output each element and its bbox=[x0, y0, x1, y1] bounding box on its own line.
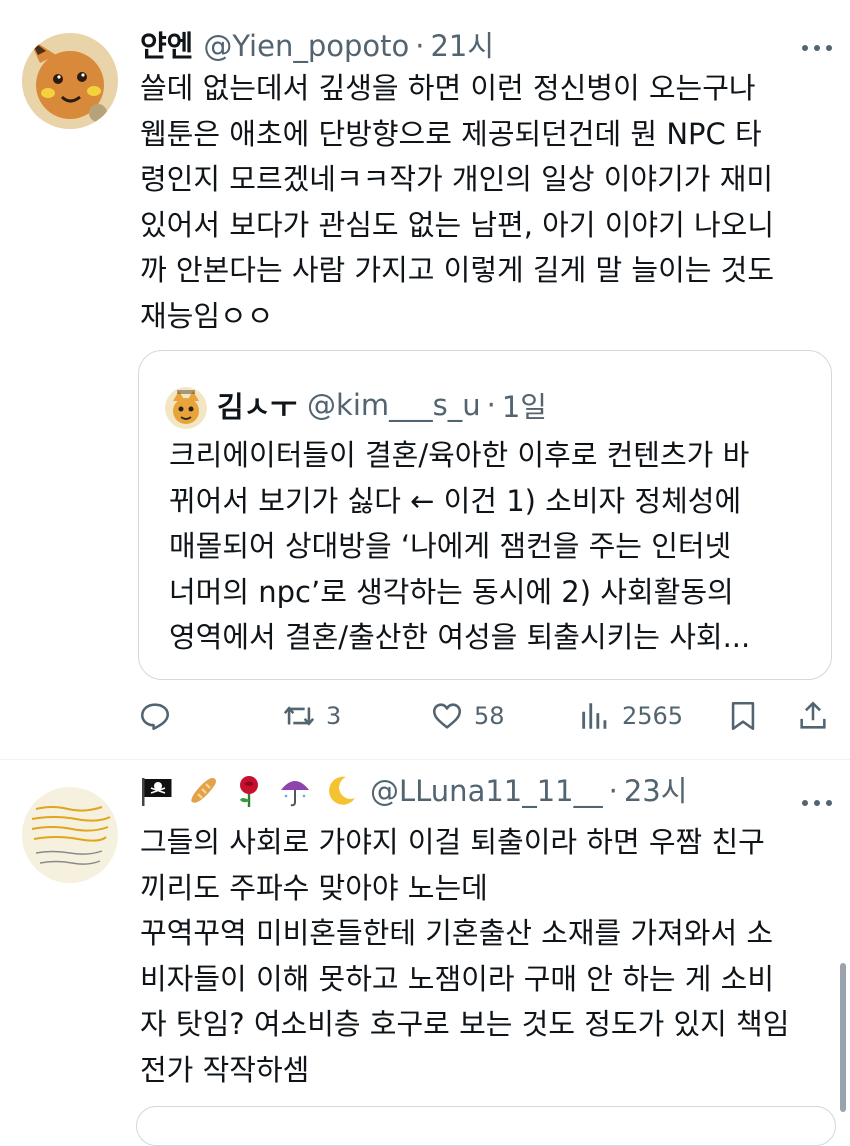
quoted-text-line: 뀌어서 보기가 싫다 ← 이건 1) 소비자 정체성에 bbox=[169, 483, 742, 518]
tweet-1[interactable]: 얀엔 @Yien_popoto · 21시 쓸데 없는데서 깊생을 하면 이런 … bbox=[0, 0, 850, 760]
timestamp[interactable]: 23시 bbox=[624, 771, 688, 811]
rose-icon bbox=[240, 776, 258, 807]
tweet-text-line: 꾸역꾸역 미비혼들한테 기혼출산 소재를 가져와서 소 bbox=[140, 916, 774, 950]
more-options-icon[interactable] bbox=[802, 797, 832, 809]
quoted-text-line: 매몰되어 상대방을 ‘나에게 잼컨을 주는 인터넷 bbox=[169, 529, 732, 563]
separator-dot: · bbox=[608, 774, 618, 808]
separator-dot: · bbox=[415, 29, 425, 63]
tweet-text: 쓸데 없는데서 깊생을 하면 이런 정신병이 오는구나 웹툰은 애초에 단방향으… bbox=[140, 66, 830, 339]
tweet-text-line: 재능임ㅇㅇ bbox=[140, 298, 274, 333]
reply-button[interactable] bbox=[138, 694, 172, 738]
user-handle[interactable]: @LLuna11_11__ bbox=[370, 771, 603, 811]
quoted-tweet-partial[interactable] bbox=[136, 1106, 836, 1146]
quoted-text-line: 영역에서 결혼/출산한 여성을 퇴출시키는 사회... bbox=[169, 620, 751, 654]
handwritten-note-avatar-icon bbox=[22, 787, 118, 883]
character-avatar-icon bbox=[165, 387, 207, 429]
quoted-handle: @kim___s_u bbox=[307, 388, 481, 422]
separator-dot: · bbox=[486, 388, 496, 422]
retweet-button[interactable]: 3 bbox=[282, 694, 341, 738]
retweet-icon bbox=[283, 706, 315, 726]
avatar[interactable] bbox=[22, 33, 118, 129]
quoted-timestamp: 1일 bbox=[501, 390, 547, 424]
quoted-header: 김ㅅㅜ @kim___s_u · 1일 bbox=[217, 383, 547, 427]
tweet-text-line: 자 탓임? 여소비층 호구로 보는 것도 정도가 있지 책임 bbox=[140, 1007, 790, 1041]
tweet-header: 얀엔 @Yien_popoto · 21시 bbox=[140, 26, 494, 66]
reply-icon bbox=[140, 703, 170, 731]
share-icon bbox=[800, 701, 826, 729]
tweet-text-line: 끼리도 주파수 맞아야 노는데 bbox=[140, 870, 488, 905]
tweet-text-line: 비자들이 이해 못하고 노잼이라 구매 안 하는 게 소비 bbox=[140, 961, 775, 996]
tweet-text-line: 그들의 사회로 가야지 이걸 퇴출이라 하면 우짬 친구 bbox=[140, 825, 765, 859]
crescent-moon-icon bbox=[329, 776, 355, 805]
tweet-text-line: 있어서 보다가 관심도 없는 남편, 아기 이야기 나오니 bbox=[140, 207, 775, 242]
quoted-tweet[interactable]: 김ㅅㅜ @kim___s_u · 1일 크리에이터들이 결혼/육아한 이후로 컨… bbox=[138, 350, 832, 680]
tweet-text-line: 전가 작작하셈 bbox=[140, 1052, 310, 1087]
share-button[interactable] bbox=[796, 694, 830, 738]
tweet-text-line: 쓸데 없는데서 깊생을 하면 이런 정신병이 오는구나 bbox=[140, 71, 756, 105]
tweet-text-line: 령인지 모르겠네ㅋㅋ작가 개인의 일상 이야기가 재미 bbox=[140, 162, 774, 196]
tweet-text: 그들의 사회로 가야지 이걸 퇴출이라 하면 우짬 친구 끼리도 주파수 맞아야… bbox=[140, 820, 830, 1093]
quoted-text: 크리에이터들이 결혼/육아한 이후로 컨텐츠가 바 뀌어서 보기가 싫다 ← 이… bbox=[169, 433, 809, 661]
display-name-emojis[interactable] bbox=[140, 774, 358, 808]
views-count: 2565 bbox=[622, 702, 684, 730]
views-chart-icon bbox=[582, 703, 607, 729]
display-name[interactable]: 얀엔 bbox=[140, 26, 193, 66]
views-button[interactable]: 2565 bbox=[578, 694, 683, 738]
tweet-text-line: 웹툰은 애초에 단방향으로 제공되던건데 뭔 NPC 타 bbox=[140, 116, 762, 151]
tweet-actions: 3 58 2565 bbox=[138, 694, 832, 738]
pirate-flag-icon bbox=[142, 778, 172, 806]
user-handle[interactable]: @Yien_popoto bbox=[203, 26, 409, 66]
like-button[interactable]: 58 bbox=[430, 694, 505, 738]
quoted-text-line: 너머의 npc’로 생각하는 동시에 2) 사회활동의 bbox=[169, 574, 734, 609]
quoted-avatar bbox=[165, 387, 207, 429]
umbrella-icon bbox=[281, 781, 309, 807]
pokemon-raichu-avatar-icon bbox=[22, 33, 118, 129]
avatar[interactable] bbox=[22, 787, 118, 883]
quoted-text-line: 크리에이터들이 결혼/육아한 이후로 컨텐츠가 바 bbox=[169, 438, 750, 472]
retweet-count: 3 bbox=[326, 702, 342, 730]
like-count: 58 bbox=[474, 702, 505, 730]
heart-icon bbox=[432, 703, 462, 729]
scrollbar[interactable] bbox=[840, 963, 846, 1112]
timestamp[interactable]: 21시 bbox=[430, 26, 494, 66]
quoted-display-name: 김ㅅㅜ bbox=[217, 390, 298, 424]
more-options-icon[interactable] bbox=[802, 42, 832, 54]
tweet-header: @LLuna11_11__ · 23시 bbox=[140, 771, 687, 811]
bookmark-button[interactable] bbox=[726, 694, 760, 738]
bookmark-icon bbox=[731, 701, 755, 731]
tweet-text-line: 까 안본다는 사람 가지고 이렇게 길게 말 늘이는 것도 bbox=[140, 253, 775, 287]
bread-icon bbox=[191, 778, 216, 803]
